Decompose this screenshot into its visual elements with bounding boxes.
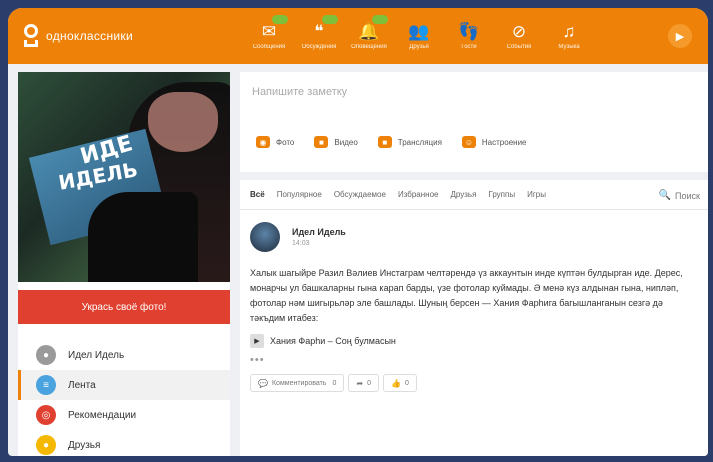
sidebar-item-label: Друзья xyxy=(68,439,101,451)
feed-tab[interactable]: Всё xyxy=(250,190,265,199)
browser-frame: одноклассники ✉ Сообщения ❝ Обсуждения 🔔 Опов… xyxy=(8,8,708,456)
reaction-count: 0 xyxy=(367,379,371,387)
video-button[interactable]: ■ Видео xyxy=(314,136,358,148)
music-track[interactable]: ▶ Хания Фарһи – Соң булмасын xyxy=(250,334,698,348)
feed-tab[interactable]: Игры xyxy=(527,190,546,199)
broadcast-icon: ■ xyxy=(377,136,392,148)
top-navigation-bar: одноклассники ✉ Сообщения ❝ Обсуждения 🔔 Опов… xyxy=(8,8,708,64)
nav-item-label: Оповещения xyxy=(351,43,387,50)
chat-icon: ❝ xyxy=(314,21,324,41)
sidebar-item-label: Рекомендации xyxy=(68,409,137,421)
broadcast-button[interactable]: ■ Трансляция xyxy=(377,136,442,148)
nav-item-label: Сообщения xyxy=(252,43,286,50)
site-logo[interactable]: одноклассники xyxy=(22,24,133,48)
action-label: Видео xyxy=(334,137,358,147)
events-icon: ⊘ xyxy=(511,21,527,41)
feed-tab[interactable]: Группы xyxy=(488,190,515,199)
feed-tab[interactable]: Обсуждаемое xyxy=(334,190,386,199)
comment-button[interactable]: 💬 Комментировать 0 xyxy=(250,374,345,392)
nav-item-label: Обсуждения xyxy=(301,43,337,50)
camera-icon: ◉ xyxy=(256,136,270,148)
video-icon: ■ xyxy=(314,136,329,148)
nav-item-label: Друзья xyxy=(409,43,429,50)
post-time: 14:03 xyxy=(292,240,310,247)
profile-photo[interactable]: ИДЕ ИДЕЛЬ xyxy=(18,72,230,282)
action-label: Настроение xyxy=(481,137,527,147)
note-composer: Напишите заметку ◉ Фото ■ Видео ■ Трансляция ☺… xyxy=(240,72,708,172)
feed: Всё Популярное Обсуждаемое Избранное Друзья Г… xyxy=(240,180,708,456)
nav-item-events[interactable]: ⊘ События xyxy=(494,8,544,64)
nav-item-envelope[interactable]: ✉ Сообщения xyxy=(244,8,294,64)
feed-tab[interactable]: Популярное xyxy=(277,190,322,199)
bell-icon: 🔔 xyxy=(358,21,380,41)
note-input[interactable]: Напишите заметку xyxy=(252,86,347,98)
reaction-count: 0 xyxy=(332,379,337,387)
left-sidebar: ИДЕ ИДЕЛЬ Укрась своё фото! ● Идел Идель ≡… xyxy=(18,72,230,456)
sidebar-item-feed[interactable]: ≡ Лента xyxy=(18,370,230,400)
site-name: одноклассники xyxy=(46,29,133,43)
nav-item-label: События xyxy=(506,43,532,50)
main-content: Напишите заметку ◉ Фото ■ Видео ■ Трансляция ☺… xyxy=(240,72,708,456)
mood-icon: ☺ xyxy=(461,136,476,148)
friends-icon: 👥 xyxy=(408,21,430,41)
music-play-icon[interactable]: ▶ xyxy=(668,24,692,48)
share-button[interactable]: ➦ 0 xyxy=(348,374,379,392)
main-nav: ✉ Сообщения ❝ Обсуждения 🔔 Оповещения 👥 Друзья 👣… xyxy=(244,8,594,64)
search-icon: 🔍 xyxy=(658,190,672,201)
feed-tabs: Всё Популярное Обсуждаемое Избранное Друзья Г… xyxy=(240,180,708,210)
avatar[interactable] xyxy=(250,222,280,252)
play-icon[interactable]: ▶ xyxy=(250,334,264,348)
nav-item-label: Музыка xyxy=(558,43,580,50)
notification-badge xyxy=(272,15,288,24)
sidebar-item-friends[interactable]: ● Друзья xyxy=(18,430,230,456)
nav-item-music[interactable]: ♫ Музыка xyxy=(544,8,594,64)
track-title: Хания Фарһи – Соң булмасын xyxy=(270,336,396,346)
composer-actions: ◉ Фото ■ Видео ■ Трансляция ☺ Настроение xyxy=(256,136,546,148)
action-label: Трансляция xyxy=(397,137,442,147)
sidebar-menu: ● Идел Идель ≡ Лента ◎ Рекомендации ● Друзья xyxy=(18,340,230,456)
friends-icon: ● xyxy=(36,435,56,455)
mood-button[interactable]: ☺ Настроение xyxy=(461,136,527,148)
envelope-icon: ✉ xyxy=(261,21,277,41)
recommendations-icon: ◎ xyxy=(36,405,56,425)
feed-tab[interactable]: Избранное xyxy=(398,190,439,199)
sidebar-item-label: Лента xyxy=(68,379,96,391)
sidebar-item-recommendations[interactable]: ◎ Рекомендации xyxy=(18,400,230,430)
share-icon: ➦ xyxy=(356,378,364,388)
nav-item-chat[interactable]: ❝ Обсуждения xyxy=(294,8,344,64)
like-button[interactable]: 👍 0 xyxy=(382,374,417,392)
camera-button[interactable]: ◉ Фото xyxy=(256,136,294,148)
decorate-photo-button[interactable]: Укрась своё фото! xyxy=(18,290,230,324)
post-text: Халык шагыйре Разил Вәлиев Инстаграм чел… xyxy=(250,268,683,323)
nav-item-footprints[interactable]: 👣 Гости xyxy=(444,8,494,64)
post-author[interactable]: Идел Идель xyxy=(292,227,346,237)
more-options-icon[interactable]: ••• xyxy=(250,354,698,366)
music-icon: ♫ xyxy=(562,21,576,41)
footprints-icon: 👣 xyxy=(458,21,480,41)
post-reactions: 💬 Комментировать 0 ➦ 0 👍 0 xyxy=(250,374,698,392)
notification-badge xyxy=(372,15,388,24)
nav-item-bell[interactable]: 🔔 Оповещения xyxy=(344,8,394,64)
reaction-count: 0 xyxy=(404,379,409,387)
action-label: Фото xyxy=(276,137,295,147)
notification-badge xyxy=(322,15,338,24)
feed-tab[interactable]: Друзья xyxy=(450,190,476,199)
nav-item-label: Гости xyxy=(461,43,477,50)
sidebar-item-profile[interactable]: ● Идел Идель xyxy=(18,340,230,370)
nav-item-friends[interactable]: 👥 Друзья xyxy=(394,8,444,64)
reaction-label: Комментировать xyxy=(271,379,327,387)
feed-icon: ≡ xyxy=(36,375,56,395)
feed-post: Идел Идель 14:03 Халык шагыйре Разил Вәл… xyxy=(250,222,698,392)
sidebar-item-label: Идел Идель xyxy=(68,349,125,361)
profile-icon: ● xyxy=(36,345,56,365)
search-label: Поиск xyxy=(675,190,700,201)
comment-icon: 💬 xyxy=(258,378,268,388)
post-header: Идел Идель 14:03 xyxy=(250,222,698,252)
like-icon: 👍 xyxy=(390,378,401,388)
ok-logo-icon xyxy=(22,24,40,48)
feed-search[interactable]: 🔍 Поиск xyxy=(659,190,700,201)
